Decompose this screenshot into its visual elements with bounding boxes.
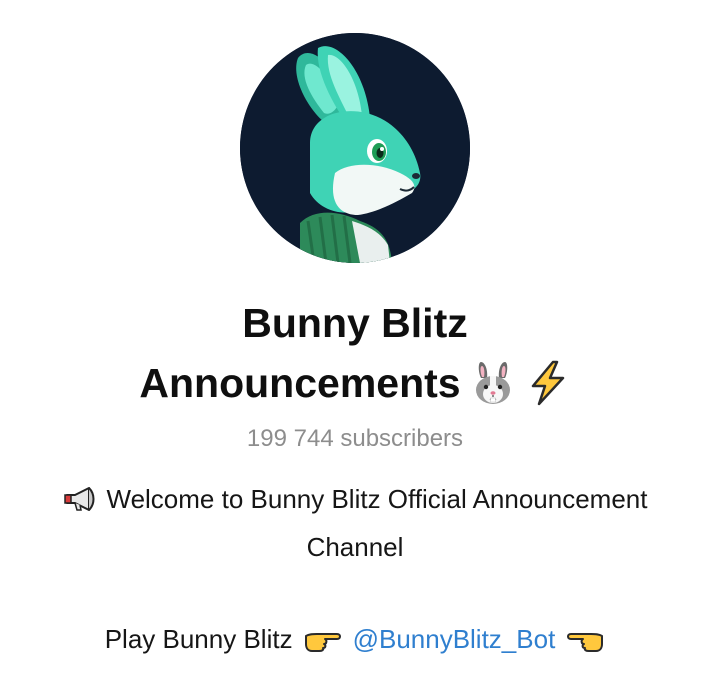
megaphone-icon — [63, 487, 94, 511]
lightning-icon — [531, 360, 564, 406]
bunny-avatar-icon — [240, 33, 470, 263]
play-line: Play Bunny Blitz @BunnyBlitz_Bot — [0, 623, 710, 655]
channel-avatar[interactable] — [240, 33, 470, 263]
description-line1: Welcome to Bunny Blitz Official Announce… — [0, 483, 710, 519]
pointing-right-icon — [304, 633, 341, 652]
channel-title-line1: Bunny Blitz — [242, 300, 468, 346]
channel-title-line2: Announcements — [139, 360, 461, 406]
bot-link[interactable]: @BunnyBlitz_Bot — [353, 623, 556, 655]
pointing-left-icon — [567, 633, 604, 652]
rabbit-face-icon — [475, 362, 510, 404]
channel-title: Bunny Blitz — [0, 297, 710, 349]
subscriber-count: 199 744 subscribers — [246, 425, 464, 452]
description-line2: Channel — [306, 532, 404, 562]
play-text: Play Bunny Blitz — [104, 624, 293, 654]
channel-profile: Bunny Blitz Announcements 199 744 subscr… — [0, 0, 710, 687]
channel-title-row2: Announcements — [0, 357, 710, 409]
description-text-line1: Welcome to Bunny Blitz Official Announce… — [106, 484, 648, 514]
